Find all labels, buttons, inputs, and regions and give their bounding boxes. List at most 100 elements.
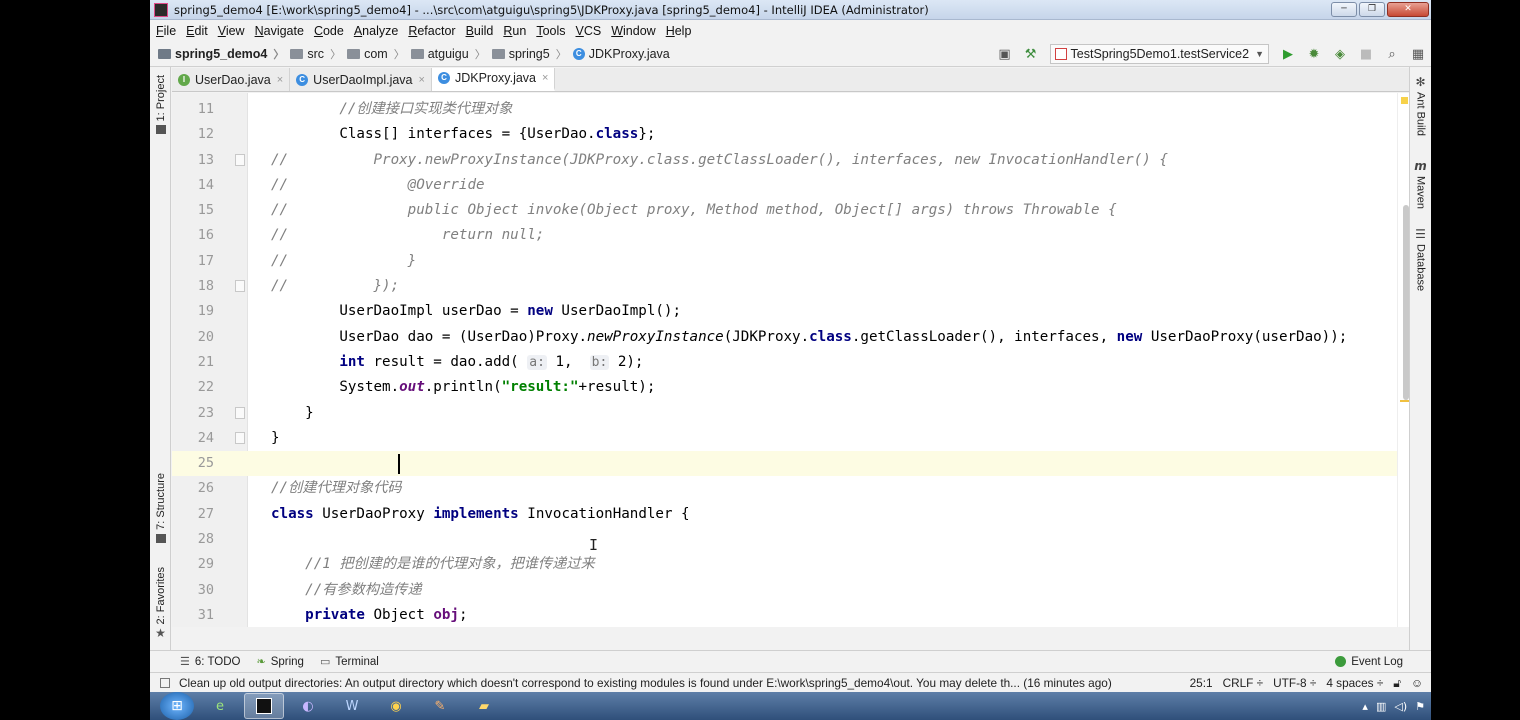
menu-vcs[interactable]: VCS	[576, 24, 602, 38]
code-line[interactable]: 13 // Proxy.newProxyInstance(JDKProxy.cla…	[172, 148, 1409, 173]
tool-windows-toggle-icon[interactable]	[160, 677, 170, 688]
debug-icon[interactable]: ✹	[1306, 46, 1322, 62]
run-icon[interactable]: ▶	[1280, 46, 1296, 62]
tab-userdaoimpl[interactable]: C UserDaoImpl.java ×	[290, 68, 432, 91]
project-tool-label: 1: Project	[154, 75, 167, 122]
close-tab-icon[interactable]: ×	[277, 74, 283, 86]
menu-build[interactable]: Build	[466, 24, 494, 38]
project-structure-icon[interactable]: ▦	[1410, 46, 1426, 62]
run-configuration-select[interactable]: TestSpring5Demo1.testService2 ▼	[1049, 44, 1269, 64]
minimize-button[interactable]: ─	[1331, 2, 1357, 17]
code-text: //创建接口实现类代理对象	[271, 101, 513, 117]
close-button[interactable]: ✕	[1387, 2, 1429, 17]
maximize-button[interactable]: ❐	[1359, 2, 1385, 17]
line-separator-select[interactable]: CRLF ÷	[1223, 676, 1264, 690]
menu-refactor[interactable]: Refactor	[408, 24, 455, 38]
code-line[interactable]: 12 Class[] interfaces = {UserDao.class};	[172, 122, 1409, 147]
breadcrumb-atguigu[interactable]: atguigu 〉	[410, 46, 486, 62]
fold-marker-icon[interactable]	[235, 280, 245, 293]
eclipse-icon[interactable]: ◐	[288, 693, 328, 719]
terminal-tool-tab[interactable]: ▭ Terminal	[320, 655, 379, 669]
menu-view[interactable]: View	[218, 24, 245, 38]
breadcrumb-com[interactable]: com 〉	[347, 46, 405, 62]
code-line[interactable]: 31 private Object obj;	[172, 603, 1409, 627]
code-line[interactable]: 22 System.out.println("result:"+result);	[172, 375, 1409, 400]
tab-jdkproxy[interactable]: C JDKProxy.java ×	[431, 68, 556, 91]
favorites-tool-tab[interactable]: 2: Favorites ★	[150, 567, 171, 640]
window-title: spring5_demo4 [E:\work\spring5_demo4] - …	[174, 2, 929, 17]
breadcrumb-src[interactable]: src 〉	[290, 46, 341, 62]
project-tool-tab[interactable]: 1: Project	[150, 75, 171, 135]
code-line[interactable]: 16 // return null;	[172, 223, 1409, 248]
database-tool-tab[interactable]: ☰ Database	[1410, 227, 1431, 291]
menu-run[interactable]: Run	[503, 24, 526, 38]
code-line[interactable]: 21 int result = dao.add( a: 1, b: 2);	[172, 350, 1409, 375]
build-hammer-icon[interactable]: ⚒	[1023, 46, 1039, 62]
paint-icon[interactable]: ✎	[420, 693, 460, 719]
chrome-icon[interactable]: ◉	[376, 693, 416, 719]
word-icon[interactable]: W	[332, 693, 372, 719]
ant-build-tool-tab[interactable]: ✻ Ant Build	[1410, 75, 1431, 136]
event-log-tool-tab[interactable]: Event Log	[1335, 656, 1403, 668]
code-line[interactable]: 24}	[172, 426, 1409, 451]
code-line[interactable]: 26 //创建代理对象代码	[172, 476, 1409, 501]
caret-position[interactable]: 25:1	[1190, 676, 1213, 690]
menu-code[interactable]: Code	[314, 24, 344, 38]
status-message[interactable]: Clean up old output directories: An outp…	[179, 676, 1112, 690]
spring-tool-tab[interactable]: ❧ Spring	[256, 655, 303, 669]
menu-file[interactable]: File	[156, 24, 176, 38]
inspector-icon[interactable]: ☺	[1411, 676, 1423, 690]
stop-icon[interactable]: ■	[1358, 46, 1374, 62]
start-button[interactable]: ⊞	[160, 692, 194, 720]
menu-tools[interactable]: Tools	[536, 24, 565, 38]
intellij-icon[interactable]	[244, 693, 284, 719]
ie-icon[interactable]: e	[200, 693, 240, 719]
maven-tool-tab[interactable]: m Maven	[1410, 159, 1431, 209]
code-line[interactable]: 28	[172, 527, 1409, 552]
lock-icon[interactable]: 🔓︎	[1393, 676, 1401, 691]
menu-help[interactable]: Help	[666, 24, 692, 38]
close-tab-icon[interactable]: ×	[419, 74, 425, 86]
search-icon[interactable]: ⌕	[1384, 46, 1400, 62]
code-line[interactable]: 14 // @Override	[172, 173, 1409, 198]
breadcrumb-spring5[interactable]: spring5 〉	[491, 46, 567, 62]
inspection-warning-icon[interactable]	[1401, 97, 1408, 104]
folder-icon[interactable]: ▰	[464, 693, 504, 719]
volume-icon[interactable]: ◁)	[1394, 700, 1407, 713]
code-text: // Proxy.newProxyInstance(JDKProxy.class…	[271, 151, 1168, 168]
todo-tool-tab[interactable]: ☰ 6: TODO	[180, 655, 240, 669]
code-line[interactable]: 23 }	[172, 401, 1409, 426]
code-line[interactable]: 29 //1 把创建的是谁的代理对象，把谁传递过来	[172, 552, 1409, 577]
close-tab-icon[interactable]: ×	[542, 72, 548, 84]
tab-userdao[interactable]: I UserDao.java ×	[172, 68, 291, 91]
code-line[interactable]: 17 // }	[172, 249, 1409, 274]
breadcrumb-file[interactable]: C JDKProxy.java	[572, 47, 670, 61]
code-line[interactable]: 15 // public Object invoke(Object proxy, …	[172, 198, 1409, 223]
code-line[interactable]: 18 // });	[172, 274, 1409, 299]
fold-marker-icon[interactable]	[235, 406, 245, 419]
structure-tool-tab[interactable]: 7: Structure	[150, 473, 171, 543]
network-icon[interactable]: ▥	[1376, 700, 1386, 713]
coverage-icon[interactable]: ◈	[1332, 46, 1348, 62]
menu-analyze[interactable]: Analyze	[354, 24, 398, 38]
flag-icon[interactable]: ⚑	[1415, 700, 1425, 713]
menu-edit[interactable]: Edit	[186, 24, 208, 38]
menu-navigate[interactable]: Navigate	[255, 24, 304, 38]
menu-window[interactable]: Window	[611, 24, 655, 38]
tray-arrow-icon[interactable]: ▴	[1362, 700, 1368, 713]
fold-marker-icon[interactable]	[235, 153, 245, 166]
breadcrumb-project[interactable]: spring5_demo4 〉	[158, 46, 284, 62]
code-line[interactable]: 19 UserDaoImpl userDao = new UserDaoImpl…	[172, 299, 1409, 324]
code-editor[interactable]: 11 //创建接口实现类代理对象 12 Class[] interfaces =…	[172, 93, 1409, 627]
current-code-line[interactable]: 25	[172, 451, 1409, 477]
code-line[interactable]: 11 //创建接口实现类代理对象	[172, 97, 1409, 122]
code-line[interactable]: 27 class UserDaoProxy implements Invocati…	[172, 502, 1409, 527]
layout-icon[interactable]: ▣	[997, 46, 1013, 62]
warning-mark[interactable]	[1400, 400, 1409, 402]
code-line[interactable]: 30 //有参数构造传递	[172, 578, 1409, 603]
encoding-select[interactable]: UTF-8 ÷	[1273, 676, 1316, 690]
indent-select[interactable]: 4 spaces ÷	[1326, 676, 1383, 690]
code-lines[interactable]: 11 //创建接口实现类代理对象 12 Class[] interfaces =…	[172, 97, 1409, 627]
code-line[interactable]: 20 UserDao dao = (UserDao)Proxy.newProxy…	[172, 325, 1409, 350]
fold-marker-icon[interactable]	[235, 431, 245, 444]
